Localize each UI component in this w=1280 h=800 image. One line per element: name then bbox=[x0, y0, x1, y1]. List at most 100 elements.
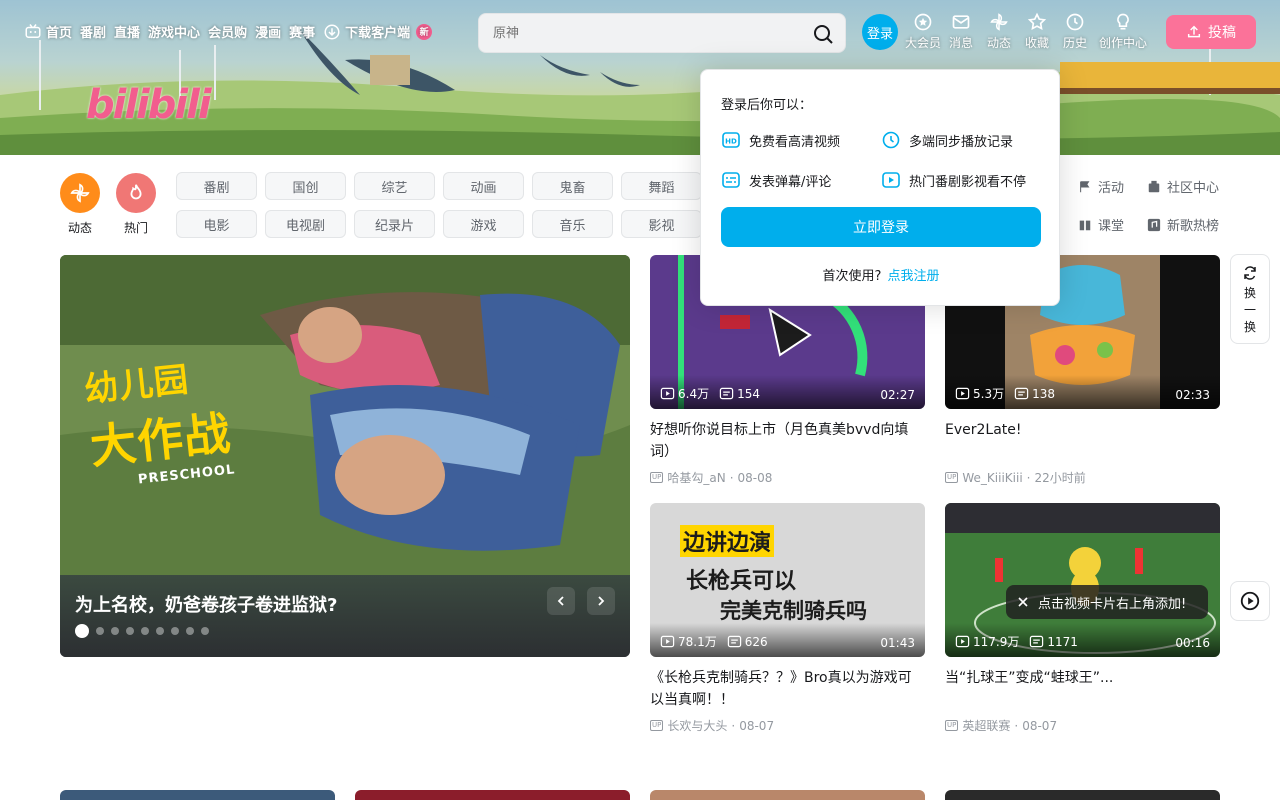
book-icon bbox=[1079, 220, 1091, 230]
channel-dynamic-button[interactable] bbox=[60, 173, 100, 213]
channel-chip[interactable]: 纪录片 bbox=[354, 210, 435, 238]
carousel-next-button[interactable] bbox=[587, 587, 615, 615]
chevron-left-icon bbox=[557, 596, 564, 606]
benefit-label: 热门番剧影视看不停 bbox=[909, 174, 1027, 190]
watch-later-float-button[interactable] bbox=[1230, 581, 1270, 621]
channel-chip[interactable]: 音乐 bbox=[532, 210, 613, 238]
video-card[interactable]: 边讲边演 长枪兵可以 完美克制骑兵吗 78.1万 626 01:43 《长枪兵克… bbox=[650, 503, 925, 734]
view-count: 6.4万 bbox=[678, 387, 710, 401]
nav-history-label: 历史 bbox=[1062, 36, 1087, 50]
channel-dynamic-label: 动态 bbox=[67, 221, 92, 235]
search-icon[interactable] bbox=[811, 22, 835, 46]
side-link-hot-songs[interactable]: 新歌热榜 bbox=[1147, 215, 1219, 234]
video-meta[interactable]: UP 哈基勾_aN · 08-08 bbox=[650, 469, 925, 486]
nav-home[interactable]: 首页 bbox=[24, 22, 72, 41]
register-link[interactable]: 点我注册 bbox=[887, 269, 939, 284]
search-input[interactable] bbox=[479, 25, 779, 41]
upload-label: 投稿 bbox=[1208, 25, 1236, 41]
hero-carousel[interactable]: 幼儿园 大作战 PRESCHOOL 为上名校，奶爸卷孩子卷进监狱? bbox=[60, 255, 630, 657]
video-author: 哈基勾_aN bbox=[667, 471, 726, 485]
channel-chip[interactable]: 舞蹈 bbox=[621, 172, 702, 200]
nav-messages[interactable]: 消息 bbox=[942, 12, 980, 51]
danmaku-icon bbox=[1014, 387, 1029, 400]
nav-manga[interactable]: 漫画 bbox=[255, 22, 281, 41]
side-link-classroom[interactable]: 课堂 bbox=[1078, 215, 1124, 234]
channel-chip[interactable]: 游戏 bbox=[443, 210, 524, 238]
nav-live[interactable]: 直播 bbox=[114, 22, 140, 41]
channel-chip[interactable]: 电影 bbox=[176, 210, 257, 238]
video-thumbnail[interactable] bbox=[355, 790, 630, 800]
channel-chip[interactable]: 影视 bbox=[621, 210, 702, 238]
video-meta[interactable]: UP 长欢与大头 · 08-07 bbox=[650, 717, 925, 734]
nav-history[interactable]: 历史 bbox=[1056, 12, 1094, 51]
carousel-dot[interactable] bbox=[141, 627, 149, 635]
video-stats: 5.3万 138 bbox=[955, 385, 1055, 402]
hero-title[interactable]: 为上名校，奶爸卷孩子卷进监狱? bbox=[75, 591, 337, 617]
channel-chip[interactable]: 综艺 bbox=[354, 172, 435, 200]
nav-favorites-label: 收藏 bbox=[1024, 36, 1049, 50]
channel-chip[interactable]: 动画 bbox=[443, 172, 524, 200]
carousel-dot[interactable] bbox=[171, 627, 179, 635]
video-thumbnail[interactable] bbox=[60, 790, 335, 800]
nav-esports[interactable]: 赛事 bbox=[289, 22, 315, 41]
nav-vip[interactable]: 大会员 bbox=[904, 12, 942, 51]
video-author: 英超联赛 bbox=[962, 719, 1011, 733]
benefit-danmaku: 发表弹幕/评论 bbox=[721, 170, 831, 190]
download-icon bbox=[324, 24, 340, 39]
nav-anime[interactable]: 番剧 bbox=[80, 22, 106, 41]
carousel-dot[interactable] bbox=[201, 627, 209, 635]
video-title[interactable]: 好想听你说目标上市（月色真美bvvd向填词） bbox=[650, 419, 925, 463]
video-meta[interactable]: UP 英超联赛 · 08-07 bbox=[945, 717, 1220, 734]
benefit-anime: 热门番剧影视看不停 bbox=[881, 170, 1026, 190]
channel-chip[interactable]: 鬼畜 bbox=[532, 172, 613, 200]
video-title[interactable]: 当“扎球王”变成“蛙球王”... bbox=[945, 667, 1220, 711]
nav-dynamic[interactable]: 动态 bbox=[980, 12, 1018, 51]
close-icon[interactable] bbox=[1018, 597, 1028, 607]
danmaku-count: 626 bbox=[744, 634, 768, 649]
carousel-dot[interactable] bbox=[75, 624, 89, 638]
tv-icon bbox=[25, 23, 41, 38]
music-icon bbox=[1147, 218, 1161, 231]
login-avatar[interactable]: 登录 bbox=[862, 14, 898, 50]
nav-mall[interactable]: 会员购 bbox=[208, 22, 247, 41]
carousel-dot[interactable] bbox=[186, 627, 194, 635]
thumbnail-caption-3: 完美克制骑兵吗 bbox=[720, 599, 867, 623]
video-title[interactable]: 《长枪兵克制骑兵？？》Bro真以为游戏可以当真啊！！ bbox=[650, 667, 925, 711]
carousel-dot[interactable] bbox=[126, 627, 134, 635]
side-link-activity[interactable]: 活动 bbox=[1078, 177, 1124, 196]
meta-separator: · bbox=[1026, 470, 1031, 485]
vip-icon bbox=[914, 13, 932, 31]
nav-download[interactable]: 下载客户端 新 bbox=[323, 22, 433, 41]
video-thumbnail[interactable]: 117.9万 1171 00:16 bbox=[945, 503, 1220, 657]
bilibili-logo[interactable]: bilibili bbox=[86, 82, 212, 128]
video-duration: 00:16 bbox=[1175, 636, 1210, 650]
nav-favorites[interactable]: 收藏 bbox=[1018, 12, 1056, 51]
channel-chip[interactable]: 电视剧 bbox=[265, 210, 346, 238]
side-link-community[interactable]: 社区中心 bbox=[1147, 177, 1219, 196]
view-count: 117.9万 bbox=[973, 635, 1020, 649]
pinwheel-icon bbox=[990, 13, 1008, 31]
nav-game-center[interactable]: 游戏中心 bbox=[148, 22, 200, 41]
login-button[interactable]: 立即登录 bbox=[721, 207, 1041, 247]
nav-vip-label: 大会员 bbox=[904, 36, 941, 50]
carousel-prev-button[interactable] bbox=[547, 587, 575, 615]
carousel-dot[interactable] bbox=[96, 627, 104, 635]
video-author: We_KiiiKiii bbox=[962, 470, 1023, 485]
carousel-dot[interactable] bbox=[111, 627, 119, 635]
video-thumbnail[interactable] bbox=[945, 790, 1220, 800]
video-thumbnail[interactable]: 边讲边演 长枪兵可以 完美克制骑兵吗 78.1万 626 01:43 bbox=[650, 503, 925, 657]
refresh-button[interactable]: 换一换 bbox=[1230, 254, 1270, 344]
video-duration: 01:43 bbox=[880, 636, 915, 650]
video-meta[interactable]: UP We_KiiiKiii · 22小时前 bbox=[945, 469, 1220, 486]
upload-button[interactable]: 投稿 bbox=[1166, 15, 1256, 49]
channel-hot-button[interactable] bbox=[116, 173, 156, 213]
channel-chip[interactable]: 番剧 bbox=[176, 172, 257, 200]
first-use-row: 首次使用? 点我注册 bbox=[701, 265, 1061, 284]
video-thumbnail[interactable] bbox=[650, 790, 925, 800]
carousel-dot[interactable] bbox=[156, 627, 164, 635]
channel-chip[interactable]: 国创 bbox=[265, 172, 346, 200]
nav-creator-center[interactable]: 创作中心 bbox=[1094, 12, 1152, 51]
video-title[interactable]: Ever2Late! bbox=[945, 419, 1220, 463]
side-link-label: 活动 bbox=[1098, 181, 1125, 196]
up-icon: UP bbox=[945, 472, 959, 483]
